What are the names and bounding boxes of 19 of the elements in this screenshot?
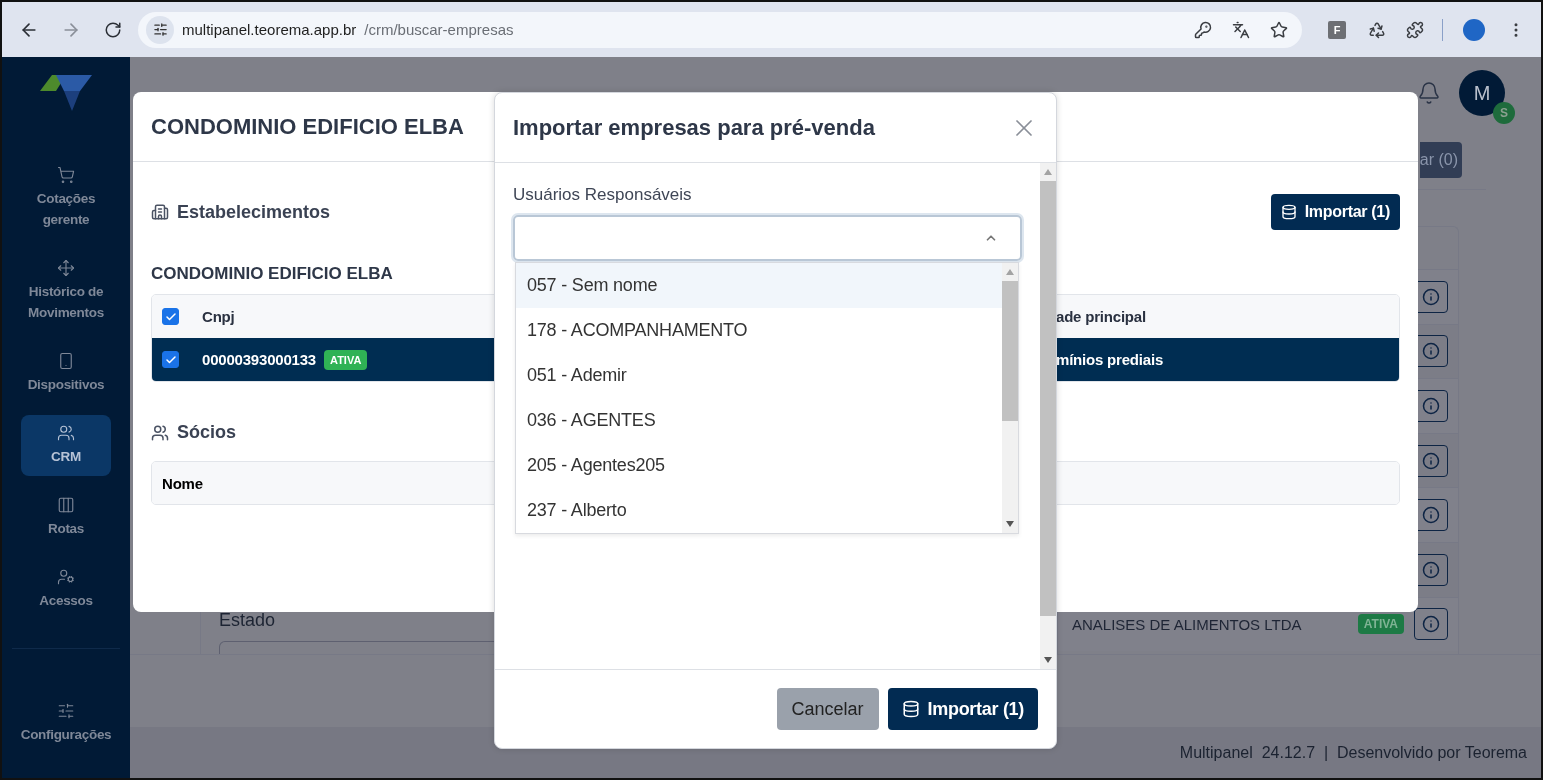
url-path: /crm/buscar-empresas	[364, 21, 514, 38]
dialog-title: CONDOMINIO EDIFICIO ELBA	[151, 113, 464, 140]
column-header: Cnpj	[202, 308, 236, 325]
url-host: multipanel.teorema.app.br	[182, 21, 357, 38]
filter-label: Estado	[219, 610, 277, 631]
column-header: Nome	[162, 474, 203, 492]
section-title: Estabelecimentos	[177, 201, 331, 223]
status-badge: ATIVA	[324, 349, 368, 370]
dialog-title: Importar empresas para pré-venda	[513, 114, 875, 141]
status-badge: ATIVA	[1357, 614, 1404, 635]
status-badge: S	[1493, 102, 1515, 124]
section-title: Sócios	[177, 422, 237, 443]
footer-text: Multipanel 24.12.7 | Desenvolvido por Teorema	[1179, 743, 1527, 762]
table-cell-text: mínios prediais	[1056, 351, 1165, 368]
company-name: CONDOMINIO EDIFICIO ELBA	[151, 264, 393, 284]
field-label: Usuários Responsáveis	[513, 185, 693, 205]
company-name: ANALISES DE ALIMENTOS LTDA	[1072, 615, 1303, 633]
table-cell: 00000393000133	[202, 351, 316, 368]
column-header: ade principal	[1056, 308, 1147, 325]
